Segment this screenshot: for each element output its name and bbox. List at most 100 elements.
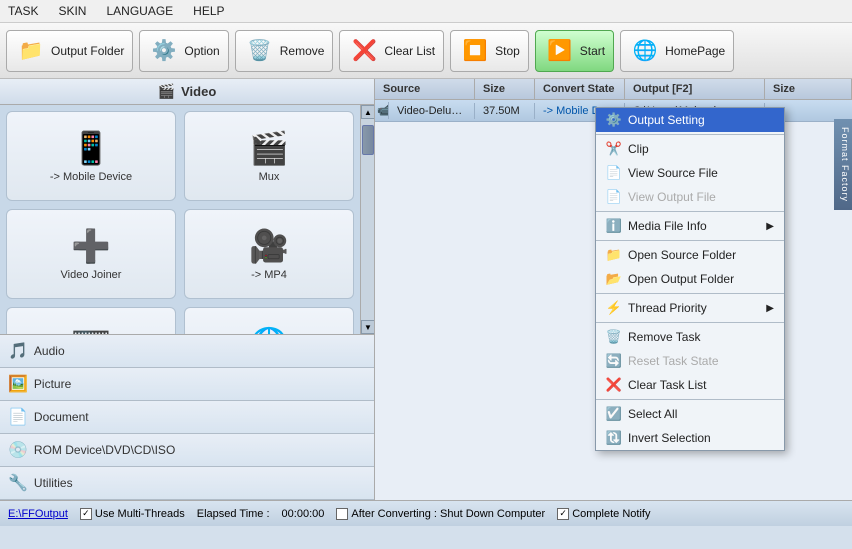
homepage-label: HomePage <box>665 44 725 58</box>
context-menu: ⚙️ Output Setting ✂️ Clip 📄 View Source … <box>595 107 785 451</box>
side-section-rom-device-dvd-cd-iso[interactable]: 💿ROM Device\DVD\CD\ISO <box>0 434 374 467</box>
submenu-arrow: ▶ <box>766 221 774 232</box>
clear-task-list-icon: ❌ <box>606 377 622 393</box>
menu-task[interactable]: TASK <box>4 2 42 20</box>
ctx-item-media-file-info[interactable]: ℹ️ Media File Info ▶ <box>596 214 784 238</box>
file-size: 37.50M <box>475 103 535 119</box>
open-source-folder-icon: 📁 <box>606 247 622 263</box>
grid-item----webm[interactable]: 🌐-> WEBM <box>184 307 354 334</box>
col-convert-header: Convert State <box>535 79 625 99</box>
clear-icon: ❌ <box>348 35 380 67</box>
after-converting-label: After Converting : Shut Down Computer <box>351 508 545 520</box>
start-label: Start <box>580 44 605 58</box>
after-converting-check[interactable]: After Converting : Shut Down Computer <box>336 508 545 520</box>
right-panel-header: Source Size Convert State Output [F2] Si… <box>375 79 852 100</box>
scroll-down-button[interactable]: ▼ <box>361 320 374 334</box>
col-source-header: Source <box>375 79 475 99</box>
ctx-item-remove-task[interactable]: 🗑️ Remove Task <box>596 325 784 349</box>
view-output-file-label: View Output File <box>628 190 716 204</box>
ctx-item-select-all[interactable]: ☑️ Select All <box>596 402 784 426</box>
sep2 <box>596 211 784 212</box>
left-panel-title: Video <box>181 84 216 99</box>
toolbar: 📁 Output Folder ⚙️ Option 🗑️ Remove ❌ Cl… <box>0 23 852 79</box>
invert-selection-label: Invert Selection <box>628 431 711 445</box>
view-output-file-icon: 📄 <box>606 189 622 205</box>
sep4 <box>596 293 784 294</box>
video-icon: 🎬 <box>158 83 175 100</box>
output-folder-button[interactable]: 📁 Output Folder <box>6 30 133 72</box>
option-label: Option <box>184 44 219 58</box>
side-section-document[interactable]: 📄Document <box>0 401 374 434</box>
clear-task-list-label: Clear Task List <box>628 378 706 392</box>
scroll-up-button[interactable]: ▲ <box>361 105 374 119</box>
output-setting-label: Output Setting <box>628 113 705 127</box>
after-converting-checkbox[interactable] <box>336 508 348 520</box>
ctx-item-clear-task-list[interactable]: ❌ Clear Task List <box>596 373 784 397</box>
complete-notify-label: Complete Notify <box>572 508 650 520</box>
scroll-thumb[interactable] <box>362 125 374 155</box>
open-output-folder-label: Open Output Folder <box>628 272 734 286</box>
format-grid: 📱-> Mobile Device🎬Mux➕Video Joiner🎥-> MP… <box>0 105 360 334</box>
reset-task-state-label: Reset Task State <box>628 354 719 368</box>
side-section-utilities[interactable]: 🔧Utilities <box>0 467 374 500</box>
menu-skin[interactable]: SKIN <box>54 2 90 20</box>
complete-notify-check[interactable]: ✓ Complete Notify <box>557 508 650 520</box>
right-panel: Source Size Convert State Output [F2] Si… <box>375 79 852 500</box>
homepage-button[interactable]: 🌐 HomePage <box>620 30 734 72</box>
ctx-item-output-setting[interactable]: ⚙️ Output Setting <box>596 108 784 132</box>
ctx-item-view-output-file: 📄 View Output File <box>596 185 784 209</box>
ctx-item-open-source-folder[interactable]: 📁 Open Source Folder <box>596 243 784 267</box>
col-size-header: Size <box>475 79 535 99</box>
side-section-audio[interactable]: 🎵Audio <box>0 335 374 368</box>
complete-notify-checkbox[interactable]: ✓ <box>557 508 569 520</box>
reset-task-state-icon: 🔄 <box>606 353 622 369</box>
option-button[interactable]: ⚙️ Option <box>139 30 228 72</box>
homepage-icon: 🌐 <box>629 35 661 67</box>
media-file-info-label: Media File Info <box>628 219 707 233</box>
ctx-item-clip[interactable]: ✂️ Clip <box>596 137 784 161</box>
ctx-item-invert-selection[interactable]: 🔃 Invert Selection <box>596 426 784 450</box>
media-file-info-icon: ℹ️ <box>606 218 622 234</box>
grid-item-mux[interactable]: 🎬Mux <box>184 111 354 201</box>
side-section-picture[interactable]: 🖼️Picture <box>0 368 374 401</box>
output-setting-icon: ⚙️ <box>606 112 622 128</box>
open-output-folder-icon: 📂 <box>606 271 622 287</box>
clip-icon: ✂️ <box>606 141 622 157</box>
elapsed-time-value: 00:00:00 <box>282 508 325 520</box>
menu-help[interactable]: HELP <box>189 2 228 20</box>
remove-label: Remove <box>280 44 325 58</box>
menu-language[interactable]: LANGUAGE <box>102 2 177 20</box>
clear-list-label: Clear List <box>384 44 435 58</box>
gear-icon: ⚙️ <box>148 35 180 67</box>
stop-label: Stop <box>495 44 520 58</box>
use-multi-threads-checkbox[interactable]: ✓ <box>80 508 92 520</box>
ctx-item-view-source-file[interactable]: 📄 View Source File <box>596 161 784 185</box>
invert-selection-icon: 🔃 <box>606 430 622 446</box>
ctx-item-thread-priority[interactable]: ⚡ Thread Priority ▶ <box>596 296 784 320</box>
ctx-item-open-output-folder[interactable]: 📂 Open Output Folder <box>596 267 784 291</box>
left-panel: 🎬 Video 📱-> Mobile Device🎬Mux➕Video Join… <box>0 79 375 500</box>
clip-label: Clip <box>628 142 649 156</box>
sep6 <box>596 399 784 400</box>
folder-icon: 📁 <box>15 35 47 67</box>
thread-priority-icon: ⚡ <box>606 300 622 316</box>
clear-list-button[interactable]: ❌ Clear List <box>339 30 444 72</box>
vertical-scrollbar[interactable]: ▲ ▼ <box>360 105 374 334</box>
left-panel-header: 🎬 Video <box>0 79 374 105</box>
grid-item----mp4[interactable]: 🎥-> MP4 <box>184 209 354 299</box>
sep5 <box>596 322 784 323</box>
use-multi-threads-label: Use Multi-Threads <box>95 508 185 520</box>
thread-priority-label: Thread Priority <box>628 301 707 315</box>
remove-button[interactable]: 🗑️ Remove <box>235 30 334 72</box>
remove-icon: 🗑️ <box>244 35 276 67</box>
start-button[interactable]: ▶️ Start <box>535 30 614 72</box>
view-source-file-label: View Source File <box>628 166 718 180</box>
select-all-label: Select All <box>628 407 677 421</box>
grid-item-video-joiner[interactable]: ➕Video Joiner <box>6 209 176 299</box>
use-multi-threads-check[interactable]: ✓ Use Multi-Threads <box>80 508 185 520</box>
submenu-arrow: ▶ <box>766 303 774 314</box>
remove-task-icon: 🗑️ <box>606 329 622 345</box>
grid-item----mobile-device[interactable]: 📱-> Mobile Device <box>6 111 176 201</box>
grid-item----mkv[interactable]: 🎞️-> MKV <box>6 307 176 334</box>
stop-button[interactable]: ⏹️ Stop <box>450 30 529 72</box>
